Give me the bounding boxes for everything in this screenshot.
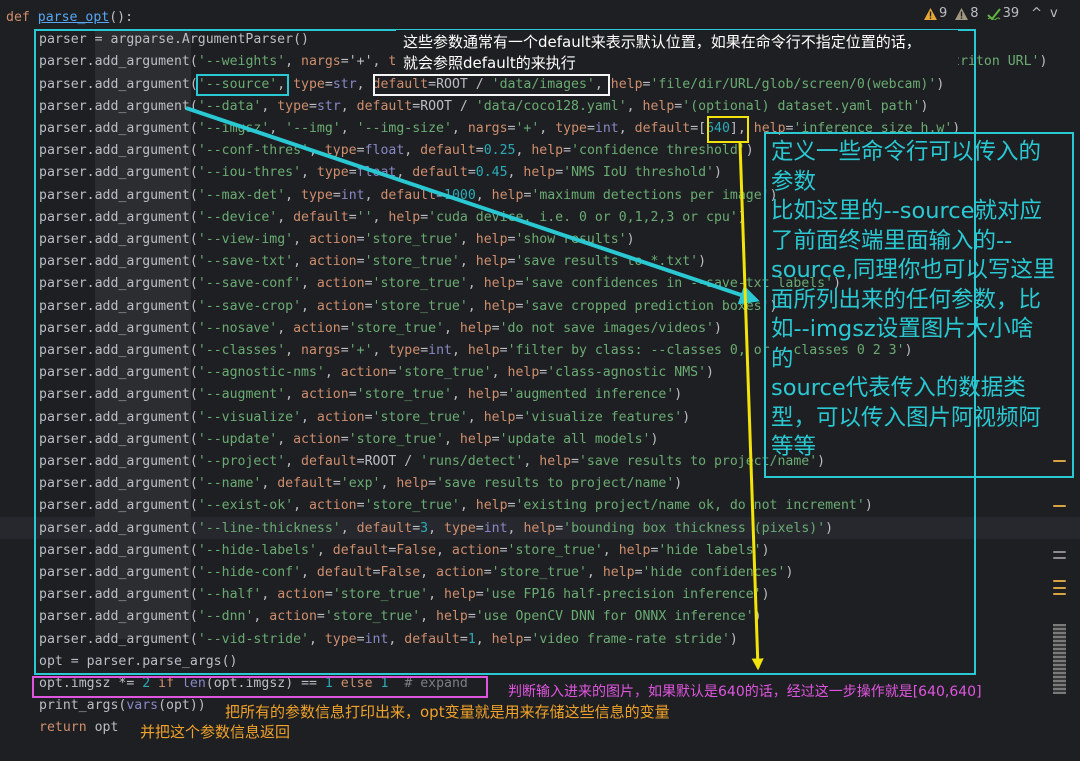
editor-stage: def parse_opt(): parser = argparse.Argume… bbox=[0, 0, 1080, 761]
annotation-arrows bbox=[185, 106, 764, 671]
imgsz-arrow bbox=[738, 142, 764, 671]
source-arrow bbox=[185, 106, 760, 305]
